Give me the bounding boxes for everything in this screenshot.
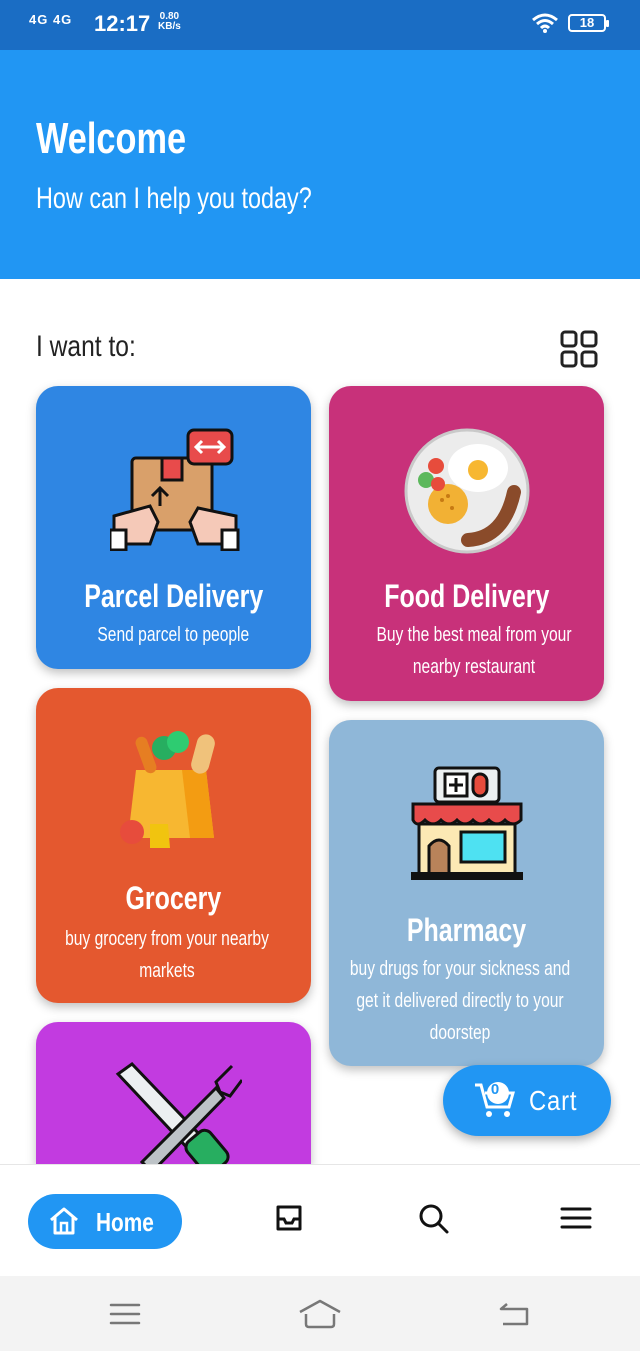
- service-card-pharmacy[interactable]: Pharmacy buy drugs for your sickness and…: [329, 720, 604, 1066]
- inbox-icon[interactable]: [274, 1203, 304, 1233]
- cart-count-badge: 0: [490, 1081, 500, 1098]
- grid-icon[interactable]: [560, 330, 598, 368]
- wifi-icon: [532, 13, 558, 33]
- welcome-header: Welcome How can I help you today?: [0, 50, 640, 279]
- service-card-parcel-delivery[interactable]: Parcel Delivery Send parcel to people: [36, 386, 311, 669]
- network-speed-unit: KB/s: [158, 21, 181, 32]
- service-card-grocery[interactable]: Grocery buy grocery from your nearby mar…: [36, 688, 311, 1003]
- search-icon[interactable]: [418, 1203, 450, 1235]
- card-description: Buy the best meal from your nearby resta…: [376, 624, 572, 678]
- network-indicator: 4G 4G: [29, 12, 73, 27]
- nav-home-button[interactable]: Home: [28, 1194, 182, 1249]
- nav-home-label: Home: [96, 1207, 154, 1237]
- card-description: buy grocery from your nearby markets: [65, 928, 269, 982]
- cart-label: Cart: [529, 1085, 578, 1116]
- card-description: buy drugs for your sickness and get it d…: [349, 958, 571, 1044]
- recent-apps-icon[interactable]: [109, 1302, 141, 1326]
- page-subtitle: How can I help you today?: [36, 182, 312, 215]
- clock: 12:17: [94, 11, 151, 36]
- card-description: Send parcel to people: [97, 624, 250, 646]
- back-icon[interactable]: [497, 1300, 531, 1328]
- card-title: Grocery: [125, 880, 222, 916]
- service-card-tools[interactable]: [36, 1022, 311, 1164]
- food-plate-icon: [404, 428, 530, 554]
- network-speed: 0.80 KB/s: [158, 12, 181, 32]
- card-title: Pharmacy: [406, 912, 527, 948]
- status-bar: 4G 4G 12:17 0.80 KB/s 18: [0, 0, 640, 50]
- parcel-box-icon: [110, 428, 240, 551]
- card-title: Food Delivery: [383, 578, 550, 614]
- cart-button[interactable]: 0 Cart: [443, 1065, 611, 1136]
- card-title: Parcel Delivery: [83, 578, 264, 614]
- system-navigation-bar: [0, 1276, 640, 1351]
- home-icon: [50, 1207, 78, 1235]
- page-title: Welcome: [36, 114, 187, 163]
- grocery-bag-icon: [120, 731, 215, 848]
- section-label: I want to:: [36, 330, 136, 363]
- system-home-icon[interactable]: [298, 1298, 342, 1330]
- pharmacy-store-icon: [411, 766, 523, 880]
- menu-icon[interactable]: [560, 1203, 592, 1233]
- battery-indicator: 18: [568, 14, 609, 32]
- bottom-navigation: Home: [0, 1164, 640, 1277]
- service-card-food-delivery[interactable]: Food Delivery Buy the best meal from you…: [329, 386, 604, 701]
- tools-icon: [115, 1062, 242, 1164]
